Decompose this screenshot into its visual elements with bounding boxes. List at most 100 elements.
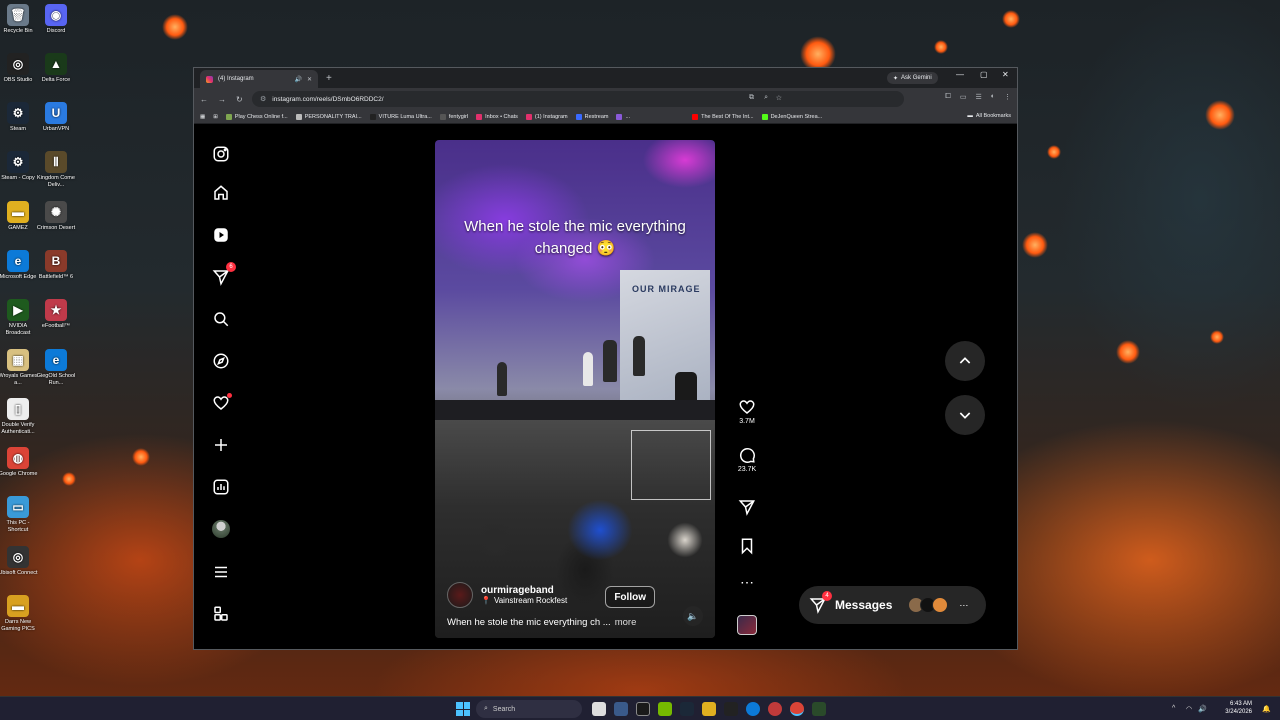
author-avatar[interactable] [447,582,473,608]
more-options-icon[interactable]: ⋯ [736,574,758,591]
desktop-icon[interactable]: ⚙ Steam - Copy [0,151,38,182]
apps-icon[interactable]: ▦ [200,114,205,120]
nvidia-icon[interactable] [658,702,672,716]
notifications-bell-icon[interactable]: 🔔 [1262,705,1271,713]
desktop-icon[interactable]: ◎ OBS Studio [0,53,38,84]
desktop-icon[interactable]: ▭ This PC - Shortcut [0,496,38,534]
desktop-icon[interactable]: 🗑 Recycle Bin [0,4,38,35]
bookmark-item[interactable]: DeJenQueen Strea... [761,113,822,120]
comment-button[interactable]: 23.7K [736,446,758,473]
bookmark-item[interactable]: fentygirl [439,113,468,120]
close-window-icon[interactable]: ✕ [1002,70,1009,79]
bookmark-item[interactable]: Play Chess Online f... [225,113,288,120]
reels-icon[interactable] [210,224,232,246]
desktop-icon[interactable]: ▬ GAMEZ [0,201,38,232]
profile-icon[interactable]: ◐ [991,93,995,101]
tray-chevron-icon[interactable]: ^ [1172,705,1175,712]
desktop-icon[interactable]: e GiegOld School Run... [36,349,76,387]
steam-icon[interactable] [680,702,694,716]
network-icon[interactable]: ◠ [1186,705,1192,713]
extensions-icon[interactable]: ⧠ [945,93,951,101]
volume-icon[interactable]: 🔊 [1198,705,1207,713]
dashboard-icon[interactable] [210,476,232,498]
settings-icon[interactable] [614,702,628,716]
bookmark-item[interactable]: VITURE Luma Ultra... [369,113,432,120]
close-tab-icon[interactable]: ✕ [307,76,312,83]
instagram-logo-icon[interactable] [210,143,232,165]
back-icon[interactable]: ← [200,95,208,104]
reel-author[interactable]: ourmirageband 📍 Vainstream Rockfest [447,582,567,608]
tab-instagram[interactable]: (4) Instagram 🔊 ✕ [200,70,318,88]
clock[interactable]: 6:43 AM 3/24/2026 [1225,700,1252,716]
windows-start-icon[interactable] [456,702,470,716]
media-player-icon[interactable] [636,702,650,716]
like-button[interactable]: 3.7M [736,398,758,425]
reload-icon[interactable]: ↻ [236,95,243,104]
mute-icon[interactable]: 🔈 [683,606,703,626]
edge-icon[interactable] [746,702,760,716]
notifications-icon[interactable] [210,392,232,414]
bookmark-item[interactable]: Inbox • Chats [476,113,518,120]
messages-icon[interactable]: 6 [210,262,236,288]
bookmark-item[interactable]: ... [616,113,630,120]
taskbar-search[interactable]: ⌕ Search [476,700,582,718]
browser-menu-icon[interactable]: ⋮ [1004,93,1011,101]
desktop-icon[interactable]: ◉ Discord [36,4,76,35]
desktop-icon[interactable]: ★ eFootball™ [36,299,76,330]
reel-description[interactable]: When he stole the mic everything ch ... … [447,617,636,628]
obs-icon[interactable] [724,702,738,716]
cast-icon[interactable]: ⧉ [749,94,754,102]
previous-reel-button[interactable] [945,341,985,381]
desktop-icon[interactable]: U UrbanVPN [36,102,76,133]
author-location[interactable]: 📍 Vainstream Rockfest [481,596,567,605]
bookmark-item[interactable]: PERSONALITY TRAI... [295,113,362,120]
app-icon[interactable] [768,702,782,716]
forward-icon[interactable]: → [218,95,226,104]
home-icon[interactable] [210,182,232,204]
reel-video[interactable]: OUR MIRAGE When he stole the mic everyth… [435,140,715,638]
desktop-icon[interactable]: ▦ Wroyals Games a... [0,349,38,387]
all-bookmarks[interactable]: ▬ All Bookmarks [967,113,1011,119]
save-button[interactable] [736,537,758,555]
desktop-icon[interactable]: ▬ Darrs New Gaming PICS [0,595,38,633]
explore-icon[interactable] [210,350,232,372]
desktop-icon[interactable]: ✺ Crimson Desert [36,201,76,232]
desktop-icon[interactable]: B Battlefield™ 6 [36,250,76,281]
desktop-icon[interactable]: Ⅱ Kingdom Come Deliv... [36,151,76,189]
next-reel-button[interactable] [945,395,985,435]
new-tab-icon[interactable]: + [326,73,332,84]
desktop-icon[interactable]: ⚙ Steam [0,102,38,133]
bookmark-item[interactable]: (1) Instagram [525,113,568,120]
profile-avatar[interactable] [210,518,232,540]
speaker-icon[interactable]: 🔊 [294,76,301,83]
desktop-icon[interactable]: ▲ Delta Force [36,53,76,84]
bookmark-star-icon[interactable]: ☆ [776,94,782,102]
desktop-icon[interactable]: ▯ Double Verify Authenticati... [0,398,38,436]
task-view-icon[interactable] [592,702,606,716]
reading-list-icon[interactable]: ☰ [975,93,981,101]
search-icon[interactable] [210,308,232,330]
zoom-icon[interactable]: ⌕ [764,94,768,102]
share-button[interactable] [736,498,758,516]
desktop-icon[interactable]: ◎ Ubisoft Connect [0,546,38,577]
app-icon[interactable] [812,702,826,716]
desktop-icon[interactable]: ▶ NVIDIA Broadcast [0,299,38,337]
follow-button[interactable]: Follow [605,586,655,608]
audio-thumbnail[interactable] [737,615,757,635]
create-icon[interactable] [210,434,232,456]
ask-gemini-button[interactable]: ✦ Ask Gemini [887,72,938,84]
site-info-icon[interactable]: ⚙ [260,95,266,103]
also-from-meta-icon[interactable] [210,603,232,625]
menu-icon[interactable] [210,561,232,583]
messages-pill[interactable]: 4 Messages ⋯ [799,586,986,624]
grid-icon[interactable]: ⊞ [213,114,218,120]
bookmark-item[interactable]: Restream [575,113,608,120]
chrome-icon[interactable] [790,702,804,716]
address-bar[interactable]: ⚙ instagram.com/reels/DSmbO6RDDC2/ ⧉ ⌕ ☆ [252,91,904,107]
more-link[interactable]: more [615,617,637,628]
split-view-icon[interactable]: ▭ [960,93,967,101]
maximize-icon[interactable]: ▢ [980,70,988,79]
bookmark-item[interactable]: The Best Of The Int... [692,113,754,120]
file-explorer-icon[interactable] [702,702,716,716]
minimize-icon[interactable]: — [956,70,964,79]
